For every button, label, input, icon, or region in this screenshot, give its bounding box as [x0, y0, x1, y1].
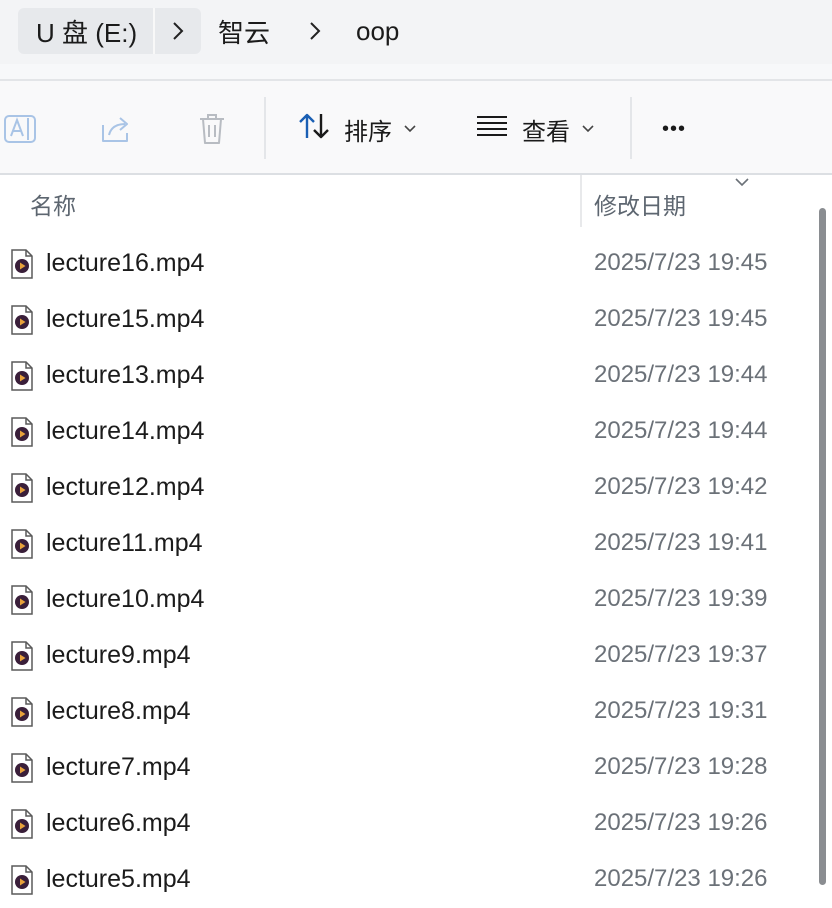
view-label: 查看 [522, 118, 570, 146]
list-item[interactable]: lecture15.mp4 2025/7/23 19:45 [0, 292, 806, 348]
video-file-icon [10, 641, 34, 671]
sort-arrows-icon [298, 111, 330, 148]
file-modified: 2025/7/23 19:26 [594, 865, 768, 892]
breadcrumb-item-zhiyun[interactable]: 智云 [218, 8, 270, 54]
file-name: lecture13.mp4 [46, 361, 205, 389]
share-icon[interactable] [96, 109, 136, 149]
file-name: lecture16.mp4 [46, 249, 205, 277]
column-header: 名称 修改日期 [0, 175, 832, 227]
breadcrumb-drive[interactable]: U 盘 (E:) [18, 8, 202, 54]
list-item[interactable]: lecture11.mp4 2025/7/23 19:41 [0, 516, 806, 572]
chevron-right-icon[interactable] [303, 8, 327, 54]
breadcrumb-item-oop[interactable]: oop [356, 8, 399, 54]
sort-button[interactable]: 排序 [298, 107, 416, 151]
trash-icon[interactable] [192, 109, 232, 149]
file-name: lecture7.mp4 [46, 753, 191, 781]
breadcrumb-strip [0, 64, 832, 79]
file-name: lecture5.mp4 [46, 865, 191, 893]
video-file-icon [10, 305, 34, 335]
file-modified: 2025/7/23 19:42 [594, 473, 768, 500]
list-item[interactable]: lecture13.mp4 2025/7/23 19:44 [0, 348, 806, 404]
rename-icon[interactable] [0, 109, 40, 149]
chevron-down-icon [404, 125, 416, 133]
file-modified: 2025/7/23 19:41 [594, 529, 768, 556]
video-file-icon [10, 361, 34, 391]
file-modified: 2025/7/23 19:37 [594, 641, 768, 668]
file-name: lecture11.mp4 [46, 529, 203, 557]
video-file-icon [10, 809, 34, 839]
list-item[interactable]: lecture8.mp4 2025/7/23 19:31 [0, 684, 806, 740]
file-name: lecture9.mp4 [46, 641, 191, 669]
video-file-icon [10, 249, 34, 279]
video-file-icon [10, 473, 34, 503]
file-name: lecture10.mp4 [46, 585, 205, 613]
list-item[interactable]: lecture6.mp4 2025/7/23 19:26 [0, 796, 806, 852]
file-modified: 2025/7/23 19:26 [594, 809, 768, 836]
file-list: lecture16.mp4 2025/7/23 19:45 lecture15.… [0, 236, 806, 908]
view-button[interactable]: 查看 [476, 107, 594, 151]
video-file-icon [10, 585, 34, 615]
command-bar: 排序 查看 ••• [0, 81, 832, 175]
list-item[interactable]: lecture7.mp4 2025/7/23 19:28 [0, 740, 806, 796]
chevron-down-icon [582, 125, 594, 133]
column-modified[interactable]: 修改日期 [594, 187, 686, 221]
file-modified: 2025/7/23 19:39 [594, 585, 768, 612]
vertical-scrollbar[interactable] [819, 208, 826, 885]
file-modified: 2025/7/23 19:31 [594, 697, 768, 724]
list-item[interactable]: lecture9.mp4 2025/7/23 19:37 [0, 628, 806, 684]
file-name: lecture8.mp4 [46, 697, 191, 725]
file-name: lecture12.mp4 [46, 473, 205, 501]
toolbar-separator [264, 97, 266, 159]
breadcrumb: U 盘 (E:) 智云 oop [0, 0, 832, 64]
list-item[interactable]: lecture10.mp4 2025/7/23 19:39 [0, 572, 806, 628]
file-modified: 2025/7/23 19:28 [594, 753, 768, 780]
file-modified: 2025/7/23 19:44 [594, 417, 768, 444]
sort-label: 排序 [344, 118, 392, 146]
file-modified: 2025/7/23 19:45 [594, 305, 768, 332]
list-item[interactable]: lecture5.mp4 2025/7/23 19:26 [0, 852, 806, 908]
file-name: lecture15.mp4 [46, 305, 205, 333]
video-file-icon [10, 417, 34, 447]
video-file-icon [10, 865, 34, 895]
list-item[interactable]: lecture16.mp4 2025/7/23 19:45 [0, 236, 806, 292]
list-item[interactable]: lecture14.mp4 2025/7/23 19:44 [0, 404, 806, 460]
list-item[interactable]: lecture12.mp4 2025/7/23 19:42 [0, 460, 806, 516]
file-modified: 2025/7/23 19:45 [594, 249, 768, 276]
column-separator[interactable] [580, 175, 582, 227]
more-dots-icon: ••• [662, 117, 687, 140]
video-file-icon [10, 697, 34, 727]
file-modified: 2025/7/23 19:44 [594, 361, 768, 388]
video-file-icon [10, 529, 34, 559]
file-name: lecture14.mp4 [46, 417, 205, 445]
view-lines-icon [476, 114, 508, 145]
breadcrumb-drive-label: U 盘 (E:) [36, 17, 138, 48]
chevron-right-icon[interactable] [153, 8, 201, 54]
file-name: lecture6.mp4 [46, 809, 191, 837]
column-name[interactable]: 名称 [30, 187, 76, 221]
video-file-icon [10, 753, 34, 783]
more-button[interactable]: ••• [662, 107, 686, 151]
sort-chevron-icon [733, 175, 751, 193]
toolbar-separator [630, 97, 632, 159]
